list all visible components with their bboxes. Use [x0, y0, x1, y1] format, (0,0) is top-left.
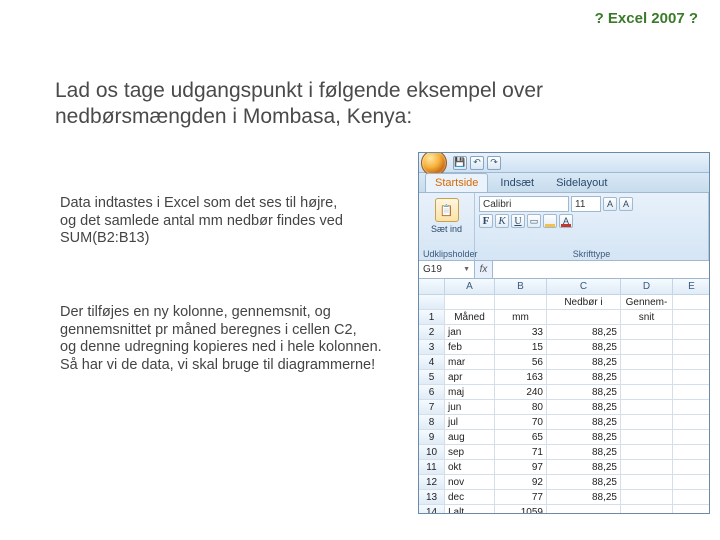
- grow-font-icon[interactable]: A: [603, 197, 617, 211]
- bold-button[interactable]: F: [479, 214, 493, 228]
- name-box[interactable]: G19▼: [419, 261, 475, 278]
- col-C[interactable]: C: [547, 279, 621, 295]
- font-size-combo[interactable]: 11: [571, 196, 601, 212]
- formula-input[interactable]: [493, 261, 709, 278]
- office-orb-icon[interactable]: [421, 152, 447, 176]
- shrink-font-icon[interactable]: A: [619, 197, 633, 211]
- table-row: 1Månedmmsnit: [419, 310, 709, 325]
- formula-bar: G19▼ fx: [419, 261, 709, 279]
- column-headers: A B C D E: [419, 279, 709, 295]
- col-D[interactable]: D: [621, 279, 673, 295]
- table-row: 10sep7188,25: [419, 445, 709, 460]
- row-header[interactable]: 13: [419, 490, 445, 505]
- undo-icon[interactable]: ↶: [470, 156, 484, 170]
- excel-screenshot: 💾 ↶ ↷ Startside Indsæt Sidelayout 📋 Sæt …: [418, 152, 710, 514]
- paste-label: Sæt ind: [431, 224, 462, 234]
- fill-color-button[interactable]: [543, 214, 557, 228]
- body-paragraph-2: Der tilføjes en ny kolonne, gennemsnit, …: [60, 304, 390, 375]
- table-row: 3feb1588,25: [419, 340, 709, 355]
- table-row: 7jun8088,25: [419, 400, 709, 415]
- row-header[interactable]: 2: [419, 325, 445, 340]
- font-name-combo[interactable]: Calibri: [479, 196, 569, 212]
- page-header: ? Excel 2007 ?: [595, 10, 698, 27]
- tab-sidelayout[interactable]: Sidelayout: [546, 173, 617, 192]
- excel-titlebar: 💾 ↶ ↷: [419, 153, 709, 173]
- font-color-button[interactable]: A: [559, 214, 573, 228]
- col-E[interactable]: E: [673, 279, 710, 295]
- ribbon-tabs: Startside Indsæt Sidelayout: [419, 173, 709, 193]
- row-header[interactable]: 6: [419, 385, 445, 400]
- table-row: 11okt9788,25: [419, 460, 709, 475]
- underline-button[interactable]: U: [511, 214, 525, 228]
- table-row: 13dec7788,25: [419, 490, 709, 505]
- row-header[interactable]: 10: [419, 445, 445, 460]
- table-row: 2jan3388,25: [419, 325, 709, 340]
- tab-indsaet[interactable]: Indsæt: [490, 173, 544, 192]
- ribbon-group-font: Calibri 11 A A F K U ▭ A Skrifttype: [475, 193, 709, 260]
- clipboard-group-label: Udklipsholder: [423, 247, 470, 259]
- table-row: 8jul7088,25: [419, 415, 709, 430]
- table-row: 6maj24088,25: [419, 385, 709, 400]
- save-icon[interactable]: 💾: [453, 156, 467, 170]
- col-B[interactable]: B: [495, 279, 547, 295]
- ribbon-group-clipboard: 📋 Sæt ind Udklipsholder: [419, 193, 475, 260]
- table-row: 12nov9288,25: [419, 475, 709, 490]
- row-header[interactable]: 14: [419, 505, 445, 514]
- table-row: 5apr16388,25: [419, 370, 709, 385]
- row-header[interactable]: 12: [419, 475, 445, 490]
- chevron-down-icon: ▼: [463, 266, 470, 273]
- body-paragraph-1: Data indtastes i Excel som det ses til h…: [60, 195, 390, 248]
- italic-button[interactable]: K: [495, 214, 509, 228]
- row-header[interactable]: [419, 295, 445, 310]
- table-header-top: Nedbør i Gennem-: [419, 295, 709, 310]
- row-header[interactable]: 7: [419, 400, 445, 415]
- font-group-label: Skrifttype: [479, 247, 704, 259]
- border-button[interactable]: ▭: [527, 214, 541, 228]
- row-header[interactable]: 8: [419, 415, 445, 430]
- paste-button[interactable]: 📋 Sæt ind: [423, 196, 470, 236]
- row-header[interactable]: 9: [419, 430, 445, 445]
- row-header[interactable]: 1: [419, 310, 445, 325]
- row-header[interactable]: 5: [419, 370, 445, 385]
- fx-icon[interactable]: fx: [475, 261, 493, 278]
- table-row: 9aug6588,25: [419, 430, 709, 445]
- tab-startside[interactable]: Startside: [425, 173, 488, 192]
- row-header[interactable]: 4: [419, 355, 445, 370]
- col-A[interactable]: A: [445, 279, 495, 295]
- slide-title: Lad os tage udgangspunkt i følgende ekse…: [55, 78, 685, 131]
- row-header[interactable]: 3: [419, 340, 445, 355]
- table-row: 14I alt1059: [419, 505, 709, 514]
- quick-access-toolbar: 💾 ↶ ↷: [453, 156, 501, 170]
- paste-icon: 📋: [435, 198, 459, 222]
- ribbon: 📋 Sæt ind Udklipsholder Calibri 11 A A F…: [419, 193, 709, 261]
- table-row: 4mar5688,25: [419, 355, 709, 370]
- row-header[interactable]: 11: [419, 460, 445, 475]
- redo-icon[interactable]: ↷: [487, 156, 501, 170]
- select-all-corner[interactable]: [419, 279, 445, 295]
- spreadsheet-grid[interactable]: A B C D E Nedbør i Gennem- 1Månedmmsnit2…: [419, 279, 709, 514]
